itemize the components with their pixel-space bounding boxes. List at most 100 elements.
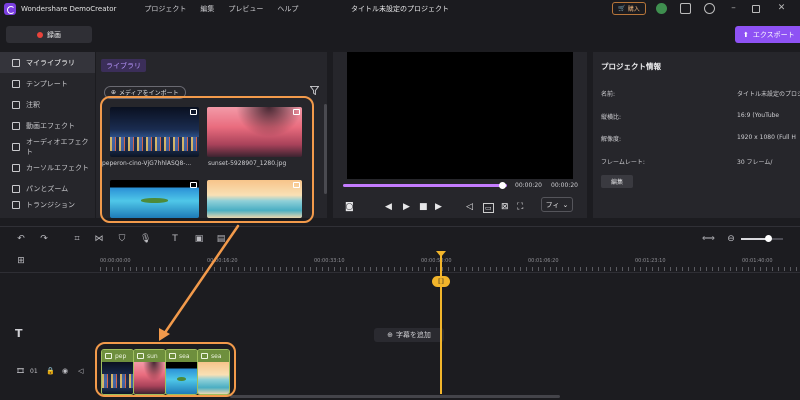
info-key: フレームレート: — [601, 159, 645, 166]
ruler-ticks — [100, 267, 800, 271]
split-icon[interactable]: ⋈ — [94, 234, 104, 244]
info-value: タイトル未設定のプロジェクト — [737, 91, 800, 98]
maximize-icon[interactable] — [752, 5, 760, 13]
record-button[interactable]: 録画 — [6, 26, 92, 43]
menu-help[interactable]: ヘルプ — [277, 4, 298, 14]
tick-label: 00:00:16:20 — [207, 258, 238, 264]
action-bar: 録画 ⬆ エクスポート — [0, 18, 800, 50]
sidebar: マイライブラリ テンプレート 注釈 動画エフェクト オーディオエフェクト カーソ… — [0, 52, 95, 218]
record-icon — [37, 31, 43, 38]
import-icon: ⊕ — [111, 89, 117, 96]
sidebar-item-pan-zoom[interactable]: パンとズーム — [0, 178, 95, 199]
fit-label: フィ — [545, 200, 560, 209]
lock-icon[interactable]: 🔒 — [46, 367, 55, 375]
menu-preview[interactable]: プレビュー — [228, 4, 263, 14]
sidebar-item-my-library[interactable]: マイライブラリ — [0, 52, 95, 73]
track-number: 01 — [30, 368, 38, 375]
redo-icon[interactable]: ↷ — [39, 234, 49, 244]
track-audio-icon[interactable]: ◁ — [78, 367, 83, 375]
sidebar-item-video-effects[interactable]: 動画エフェクト — [0, 115, 95, 136]
text-tool-icon[interactable]: T — [170, 234, 180, 244]
sidebar-item-transitions[interactable]: トランジション — [0, 199, 95, 211]
playhead[interactable] — [440, 254, 442, 394]
sidebar-item-label: 注釈 — [26, 100, 40, 109]
sidebar-item-audio-effects[interactable]: オーディオエフェクト — [0, 136, 95, 157]
step-forward-icon[interactable]: ▶ — [435, 202, 442, 212]
tick-label: 00:01:06:20 — [528, 258, 559, 264]
buy-label: 購入 — [627, 6, 640, 13]
menu-edit[interactable]: 編集 — [200, 4, 214, 14]
info-key: 名前: — [601, 91, 616, 98]
library-scrollbar[interactable] — [324, 104, 327, 194]
zoom-slider-fill — [741, 238, 767, 240]
annotation-library-highlight — [100, 96, 314, 223]
playhead-marker[interactable] — [436, 251, 446, 257]
sidebar-item-annotations[interactable]: 注釈 — [0, 94, 95, 115]
export-button[interactable]: ⬆ エクスポート — [735, 26, 800, 43]
total-time: 00:00:20 — [551, 182, 578, 189]
menu-bar: プロジェクト 編集 プレビュー ヘルプ — [144, 4, 298, 14]
add-subtitle-button[interactable]: ⊕ 字幕を追加 — [374, 328, 444, 342]
edit-project-button[interactable]: 編集 — [601, 175, 633, 188]
transition-icon — [12, 201, 20, 209]
buy-button[interactable]: 🛒 購入 — [612, 2, 646, 15]
playhead-split-handle[interactable]: ⟦⟧ — [432, 276, 450, 287]
video-effect-icon — [12, 121, 20, 130]
export-label: エクスポート — [752, 30, 795, 39]
minimize-icon[interactable]: – — [728, 3, 739, 14]
play-icon[interactable]: ▶ — [403, 202, 410, 212]
volume-icon[interactable]: ◁ — [466, 202, 473, 212]
stop-icon[interactable]: ■ — [419, 202, 428, 212]
add-subtitle-label: 字幕を追加 — [395, 331, 431, 339]
sidebar-item-templates[interactable]: テンプレート — [0, 73, 95, 94]
info-key: 縦横比: — [601, 114, 622, 121]
add-track-icon[interactable]: ⊞ — [16, 256, 26, 266]
filter-icon[interactable] — [310, 86, 319, 95]
playback-progress[interactable] — [343, 184, 507, 187]
snapshot-icon[interactable]: ◙ — [345, 202, 354, 212]
caption-tool-icon[interactable]: ▣ — [194, 234, 204, 244]
sidebar-item-label: パンとズーム — [26, 184, 69, 193]
zoom-slider-handle[interactable] — [765, 235, 772, 242]
info-value: 1920 x 1080 (Full H — [737, 134, 796, 141]
sidebar-item-label: テンプレート — [26, 79, 68, 88]
crop-tool-icon[interactable]: ⌗ — [72, 234, 82, 244]
project-info-panel: プロジェクト情報 名前: タイトル未設定のプロジェクト 縦横比: 16:9 (Y… — [593, 52, 800, 218]
microphone-icon[interactable]: 🎙 — [140, 234, 151, 244]
account-icon[interactable] — [656, 3, 667, 14]
app-logo — [4, 3, 16, 15]
crop-icon[interactable]: ⊠ — [501, 202, 509, 212]
cursor-effect-icon — [12, 163, 20, 172]
mark-icon[interactable]: ⛉ — [117, 234, 127, 244]
help-icon[interactable] — [704, 3, 715, 14]
sidebar-item-label: マイライブラリ — [26, 58, 75, 67]
cart-icon: 🛒 — [618, 5, 626, 12]
menu-project[interactable]: プロジェクト — [144, 4, 186, 14]
step-back-icon[interactable]: ◀ — [385, 202, 392, 212]
timeline-scrollbar[interactable] — [230, 395, 560, 398]
zoom-out-icon[interactable]: ⊖ — [726, 234, 736, 244]
preview-panel: 00:00:20 00:00:20 ◙ ◀ ▶ ■ ▶ ◁ ▭ ⊠ ⛶ フィ ⌄ — [333, 52, 587, 218]
sidebar-item-cursor-effects[interactable]: カーソルエフェクト — [0, 157, 95, 178]
info-key: 解像度: — [601, 136, 622, 143]
plus-circle-icon: ⊕ — [387, 331, 393, 339]
record-track-icon[interactable]: ▤ — [216, 234, 226, 244]
undo-icon[interactable]: ↶ — [16, 234, 26, 244]
tick-label: 00:01:23:10 — [635, 258, 666, 264]
pan-zoom-icon — [12, 184, 20, 193]
close-icon[interactable]: ✕ — [776, 3, 787, 14]
tick-label: 00:00:00:00 — [100, 258, 131, 264]
fit-timeline-icon[interactable]: ⟺ — [702, 234, 715, 244]
timeline-ruler[interactable]: ⊞ 00:00:00:00 00:00:16:20 00:00:33:10 00… — [0, 251, 800, 273]
info-value: 30 フレーム/ — [737, 159, 773, 166]
sidebar-item-label: 動画エフェクト — [26, 121, 75, 130]
fullscreen-icon[interactable]: ⛶ — [517, 202, 523, 212]
progress-handle[interactable] — [499, 182, 506, 189]
tab-library[interactable]: ライブラリ — [101, 59, 146, 72]
info-value: 16:9 (YouTube — [737, 112, 780, 119]
video-canvas[interactable] — [347, 52, 573, 179]
caption-icon[interactable]: ▭ — [483, 203, 494, 213]
learn-icon[interactable] — [680, 3, 691, 14]
visibility-icon[interactable]: ◉ — [62, 367, 68, 375]
fit-dropdown[interactable]: フィ ⌄ — [541, 197, 573, 212]
